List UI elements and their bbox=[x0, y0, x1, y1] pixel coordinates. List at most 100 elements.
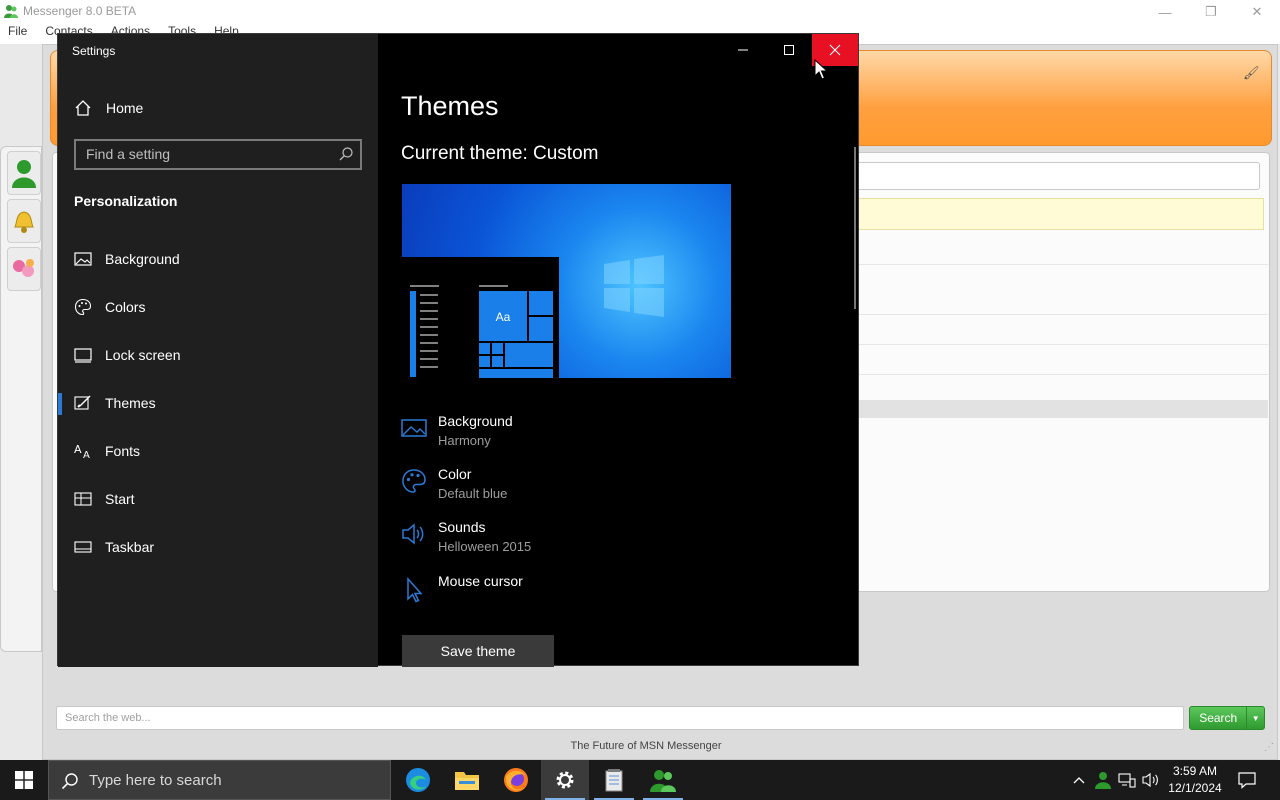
nav-item-colors[interactable]: Colors bbox=[58, 287, 378, 327]
taskbar-app-edge[interactable] bbox=[394, 760, 442, 800]
list-divider bbox=[802, 264, 1268, 265]
bell-icon bbox=[14, 211, 34, 233]
clock-time: 3:59 AM bbox=[1172, 764, 1218, 778]
resize-grip-icon[interactable]: ⋰ bbox=[1264, 742, 1276, 754]
start-button[interactable] bbox=[0, 760, 48, 800]
home-icon bbox=[75, 100, 91, 116]
show-hidden-icons-button[interactable] bbox=[1068, 760, 1090, 800]
network-icon bbox=[1118, 773, 1136, 788]
theme-item-value: Harmony bbox=[438, 433, 491, 448]
settings-icon bbox=[556, 771, 574, 789]
theme-item-name: Sounds bbox=[438, 519, 486, 535]
nav-item-label: Start bbox=[105, 491, 135, 507]
theme-item-background[interactable]: Background Harmony bbox=[401, 413, 801, 455]
messenger-tray-icon bbox=[1095, 772, 1111, 789]
taskbar-app-notepad[interactable] bbox=[590, 760, 638, 800]
palette-icon bbox=[402, 469, 426, 493]
theme-preview: Aa bbox=[402, 184, 731, 378]
cursor-icon bbox=[407, 577, 423, 603]
contact-search-box[interactable] bbox=[802, 162, 1260, 190]
theme-item-mouse-cursor[interactable]: Mouse cursor bbox=[401, 573, 801, 615]
scrollbar[interactable] bbox=[854, 147, 856, 309]
settings-window-controls bbox=[720, 34, 858, 66]
theme-item-name: Mouse cursor bbox=[438, 573, 523, 589]
volume-icon bbox=[1142, 772, 1158, 788]
firefox-icon bbox=[504, 768, 528, 792]
theme-item-sounds[interactable]: Sounds Helloween 2015 bbox=[401, 519, 801, 561]
start-icon bbox=[74, 490, 92, 508]
close-button[interactable]: ✕ bbox=[1234, 0, 1280, 24]
find-setting-input[interactable]: Find a setting bbox=[74, 139, 362, 170]
taskbar-search-placeholder: Type here to search bbox=[89, 772, 222, 789]
action-center-button[interactable] bbox=[1232, 760, 1262, 800]
nav-item-label: Background bbox=[105, 251, 180, 267]
taskbar-app-firefox[interactable] bbox=[492, 760, 540, 800]
paint-brush-icon[interactable]: 🖌 bbox=[1243, 65, 1260, 81]
windows-logo-icon bbox=[604, 255, 664, 317]
taskbar-search-box[interactable]: Type here to search bbox=[48, 760, 391, 800]
taskbar-clock[interactable]: 3:59 AM 12/1/2024 bbox=[1160, 763, 1230, 797]
alerts-tab-button[interactable] bbox=[7, 199, 41, 243]
list-divider bbox=[802, 374, 1268, 375]
messenger-title: Messenger 8.0 BETA bbox=[23, 4, 137, 18]
menu-file[interactable]: File bbox=[8, 24, 27, 42]
minimize-button[interactable] bbox=[720, 34, 766, 66]
notification-icon bbox=[1238, 772, 1256, 789]
notification-bar bbox=[802, 198, 1264, 230]
tray-messenger[interactable] bbox=[1092, 760, 1114, 800]
messenger-app-icon bbox=[4, 5, 18, 18]
preview-tile-text: Aa bbox=[496, 310, 511, 324]
tray-network[interactable] bbox=[1116, 760, 1138, 800]
nav-home-label: Home bbox=[106, 100, 144, 116]
nav-item-themes[interactable]: Themes bbox=[58, 383, 378, 423]
nav-item-background[interactable]: Background bbox=[58, 239, 378, 279]
chevron-down-icon[interactable]: ▼ bbox=[1246, 707, 1264, 729]
taskbar-app-messenger[interactable] bbox=[639, 760, 687, 800]
taskbar-app-file-explorer[interactable] bbox=[443, 760, 491, 800]
theme-item-value: Default blue bbox=[438, 486, 508, 501]
taskbar-icon bbox=[74, 538, 92, 556]
find-setting-placeholder: Find a setting bbox=[86, 146, 171, 162]
nav-home[interactable]: Home bbox=[74, 98, 143, 118]
contact-group-row[interactable] bbox=[802, 400, 1268, 418]
page-title: Themes bbox=[401, 91, 499, 121]
themes-icon bbox=[74, 394, 92, 412]
nav-item-taskbar[interactable]: Taskbar bbox=[58, 527, 378, 567]
lock-screen-icon bbox=[74, 346, 92, 364]
buddy-icon bbox=[12, 160, 36, 188]
selection-indicator bbox=[58, 393, 62, 415]
theme-item-value: Helloween 2015 bbox=[438, 539, 532, 554]
maximize-button[interactable] bbox=[766, 34, 812, 66]
theme-item-name: Color bbox=[438, 466, 472, 482]
contacts-tab-button[interactable] bbox=[7, 151, 41, 195]
taskbar: Type here to search 3:59 AM 12/1/2024 bbox=[0, 760, 1280, 800]
tray-volume[interactable] bbox=[1140, 760, 1162, 800]
messenger-left-strip bbox=[0, 146, 42, 652]
mouse-pointer-icon bbox=[814, 59, 828, 80]
search-icon bbox=[61, 773, 78, 790]
chevron-up-icon bbox=[1073, 777, 1085, 784]
theme-item-color[interactable]: Color Default blue bbox=[401, 466, 801, 508]
palette-icon bbox=[74, 298, 92, 316]
nav-item-label: Themes bbox=[105, 395, 156, 411]
nav-item-fonts[interactable]: AA Fonts bbox=[58, 431, 378, 471]
save-theme-button[interactable]: Save theme bbox=[402, 635, 554, 667]
flowers-icon bbox=[13, 259, 34, 277]
current-theme-label: Current theme: Custom bbox=[401, 143, 599, 164]
search-icon bbox=[339, 147, 353, 161]
nav-item-label: Lock screen bbox=[105, 347, 181, 363]
nav-item-label: Taskbar bbox=[105, 539, 155, 555]
nav-item-start[interactable]: Start bbox=[58, 479, 378, 519]
restore-button[interactable]: ❐ bbox=[1188, 0, 1234, 24]
maximize-icon bbox=[784, 45, 794, 55]
web-search-input[interactable]: Search the web... bbox=[56, 706, 1184, 730]
nav-item-label: Fonts bbox=[105, 443, 141, 459]
file-explorer-icon bbox=[455, 772, 479, 790]
taskbar-app-settings[interactable] bbox=[541, 760, 589, 800]
entertainment-tab-button[interactable] bbox=[7, 247, 41, 291]
nav-item-lock-screen[interactable]: Lock screen bbox=[58, 335, 378, 375]
settings-sidebar: Settings Home Find a setting Personaliza… bbox=[58, 34, 378, 667]
nav-item-label: Colors bbox=[105, 299, 146, 315]
web-search-button[interactable]: Search ▼ bbox=[1189, 706, 1265, 730]
minimize-button[interactable]: — bbox=[1142, 0, 1188, 24]
